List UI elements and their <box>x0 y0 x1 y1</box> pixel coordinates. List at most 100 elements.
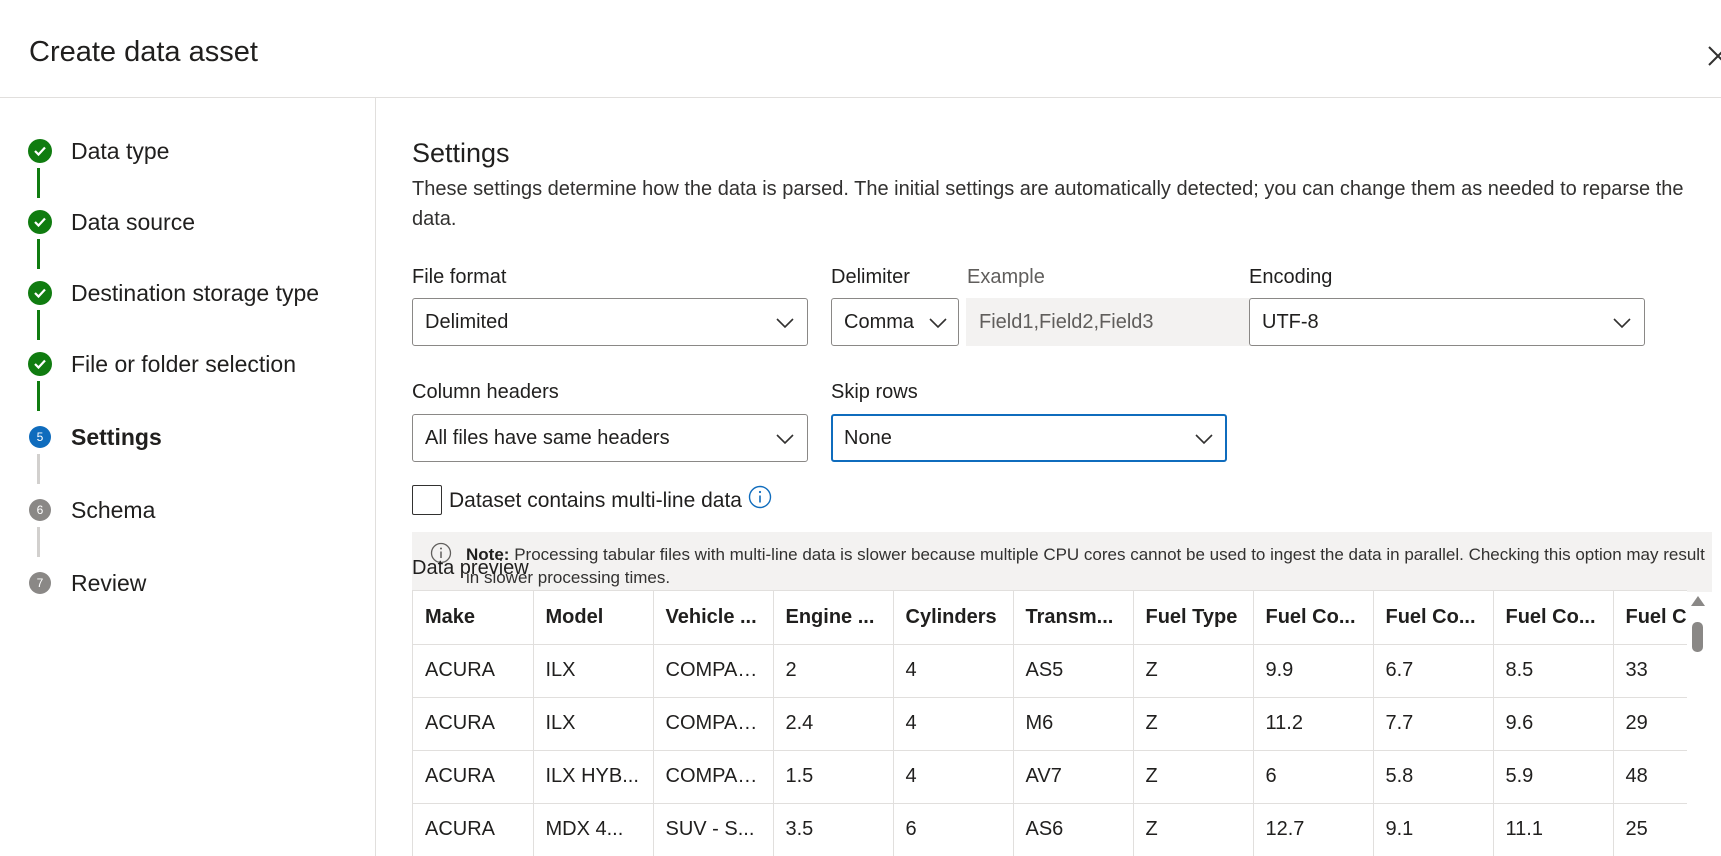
table-cell: 25 <box>1613 803 1687 856</box>
wizard-steps: Data type Data source Destination storag… <box>0 98 376 856</box>
table-cell: 11.1 <box>1493 803 1614 856</box>
table-cell: 6 <box>1253 750 1374 804</box>
scroll-up-arrow-icon[interactable] <box>1691 596 1705 606</box>
example-field: Field1,Field2,Field3 <box>966 298 1251 346</box>
column-header[interactable]: Fuel Co... <box>1253 591 1374 645</box>
encoding-label: Encoding <box>1249 266 1333 288</box>
table-cell: ILX <box>533 644 654 698</box>
table-cell: AS6 <box>1013 803 1134 856</box>
column-header[interactable]: Fuel Type <box>1133 591 1254 645</box>
table-row: ACURA ILX COMPACT 2 4 AS5 Z 9.9 6.7 8.5 … <box>413 644 1687 698</box>
table-cell: 6.7 <box>1373 644 1494 698</box>
note-body: Processing tabular files with multi-line… <box>466 545 1705 587</box>
column-headers-dropdown[interactable]: All files have same headers <box>412 414 808 462</box>
step-label: Review <box>71 570 147 596</box>
step-schema[interactable]: 6 Schema <box>28 495 368 525</box>
checkmark-icon <box>28 210 52 234</box>
table-cell: 6 <box>893 803 1014 856</box>
data-preview-table: Make Model Vehicle ... Engine ... Cylind… <box>412 590 1687 856</box>
step-connector <box>37 239 40 269</box>
step-review[interactable]: 7 Review <box>28 568 368 598</box>
table-cell: 11.2 <box>1253 697 1374 751</box>
chevron-down-icon <box>776 318 794 329</box>
step-label: Data source <box>71 209 196 235</box>
column-header[interactable]: Transm... <box>1013 591 1134 645</box>
table-cell: 3.5 <box>773 803 894 856</box>
multiline-checkbox-label[interactable]: Dataset contains multi-line data <box>449 489 742 513</box>
chevron-down-icon <box>776 434 794 445</box>
table-cell: ILX HYB... <box>533 750 654 804</box>
column-header[interactable]: Fuel C <box>1613 591 1687 645</box>
close-button[interactable] <box>1706 44 1721 68</box>
table-cell: COMPACT <box>653 644 774 698</box>
table-cell: ILX <box>533 697 654 751</box>
file-format-dropdown[interactable]: Delimited <box>412 298 808 346</box>
settings-panel: Settings These settings determine how th… <box>412 98 1721 856</box>
step-number-badge: 7 <box>29 572 51 594</box>
info-icon[interactable] <box>748 485 772 509</box>
checkmark-icon <box>28 139 52 163</box>
table-cell: M6 <box>1013 697 1134 751</box>
table-cell: SUV - S... <box>653 803 774 856</box>
multiline-checkbox[interactable] <box>412 485 442 515</box>
table-cell: 4 <box>893 644 1014 698</box>
dialog-header: Create data asset <box>0 0 1721 98</box>
step-number-badge: 6 <box>29 499 51 521</box>
chevron-down-icon <box>1613 318 1631 329</box>
table-cell: 9.1 <box>1373 803 1494 856</box>
section-title: Settings <box>412 138 510 168</box>
step-destination-storage-type[interactable]: Destination storage type <box>28 278 368 308</box>
table-cell: 2.4 <box>773 697 894 751</box>
table-cell: 33 <box>1613 644 1687 698</box>
table-cell: AV7 <box>1013 750 1134 804</box>
column-header[interactable]: Fuel Co... <box>1493 591 1614 645</box>
delimiter-dropdown[interactable]: Comma <box>831 298 959 346</box>
file-format-value: Delimited <box>425 311 509 333</box>
table-row: ACURA MDX 4... SUV - S... 3.5 6 AS6 Z 12… <box>413 803 1687 856</box>
column-header[interactable]: Engine ... <box>773 591 894 645</box>
column-headers-value: All files have same headers <box>425 427 670 449</box>
table-cell: Z <box>1133 803 1254 856</box>
step-label: Data type <box>71 138 170 164</box>
table-row: ACURA ILX COMPACT 2.4 4 M6 Z 11.2 7.7 9.… <box>413 697 1687 751</box>
column-header[interactable]: Fuel Co... <box>1373 591 1494 645</box>
table-cell: 1.5 <box>773 750 894 804</box>
step-connector <box>37 527 40 557</box>
skip-rows-dropdown[interactable]: None <box>831 414 1227 462</box>
table-cell: Z <box>1133 644 1254 698</box>
table-cell: 12.7 <box>1253 803 1374 856</box>
column-header[interactable]: Model <box>533 591 654 645</box>
table-cell: ACURA <box>413 644 534 698</box>
step-data-type[interactable]: Data type <box>28 136 368 166</box>
table-cell: ACURA <box>413 750 534 804</box>
close-icon <box>1708 46 1721 66</box>
scroll-thumb[interactable] <box>1692 622 1703 652</box>
column-header[interactable]: Cylinders <box>893 591 1014 645</box>
chevron-down-icon <box>929 318 947 329</box>
table-cell: ACURA <box>413 697 534 751</box>
table-cell: AS5 <box>1013 644 1134 698</box>
table-cell: Z <box>1133 750 1254 804</box>
skip-rows-label: Skip rows <box>831 381 918 403</box>
step-connector <box>37 381 40 411</box>
table-cell: 5.9 <box>1493 750 1614 804</box>
step-label: Schema <box>71 497 156 523</box>
example-label: Example <box>967 266 1045 288</box>
section-description: These settings determine how the data is… <box>412 178 1684 230</box>
table-cell: 9.9 <box>1253 644 1374 698</box>
step-file-or-folder-selection[interactable]: File or folder selection <box>28 349 368 379</box>
step-label: Settings <box>71 424 162 450</box>
checkmark-icon <box>28 352 52 376</box>
column-header[interactable]: Make <box>413 591 534 645</box>
checkmark-icon <box>28 281 52 305</box>
note-text: Note: Processing tabular files with mult… <box>466 543 1706 589</box>
step-data-source[interactable]: Data source <box>28 207 368 237</box>
delimiter-value: Comma <box>844 311 915 333</box>
table-cell: 48 <box>1613 750 1687 804</box>
step-connector <box>37 310 40 340</box>
table-cell: 9.6 <box>1493 697 1614 751</box>
step-settings[interactable]: 5 Settings <box>28 422 368 452</box>
table-scrollbar[interactable] <box>1690 596 1706 856</box>
column-header[interactable]: Vehicle ... <box>653 591 774 645</box>
encoding-dropdown[interactable]: UTF-8 <box>1249 298 1645 346</box>
